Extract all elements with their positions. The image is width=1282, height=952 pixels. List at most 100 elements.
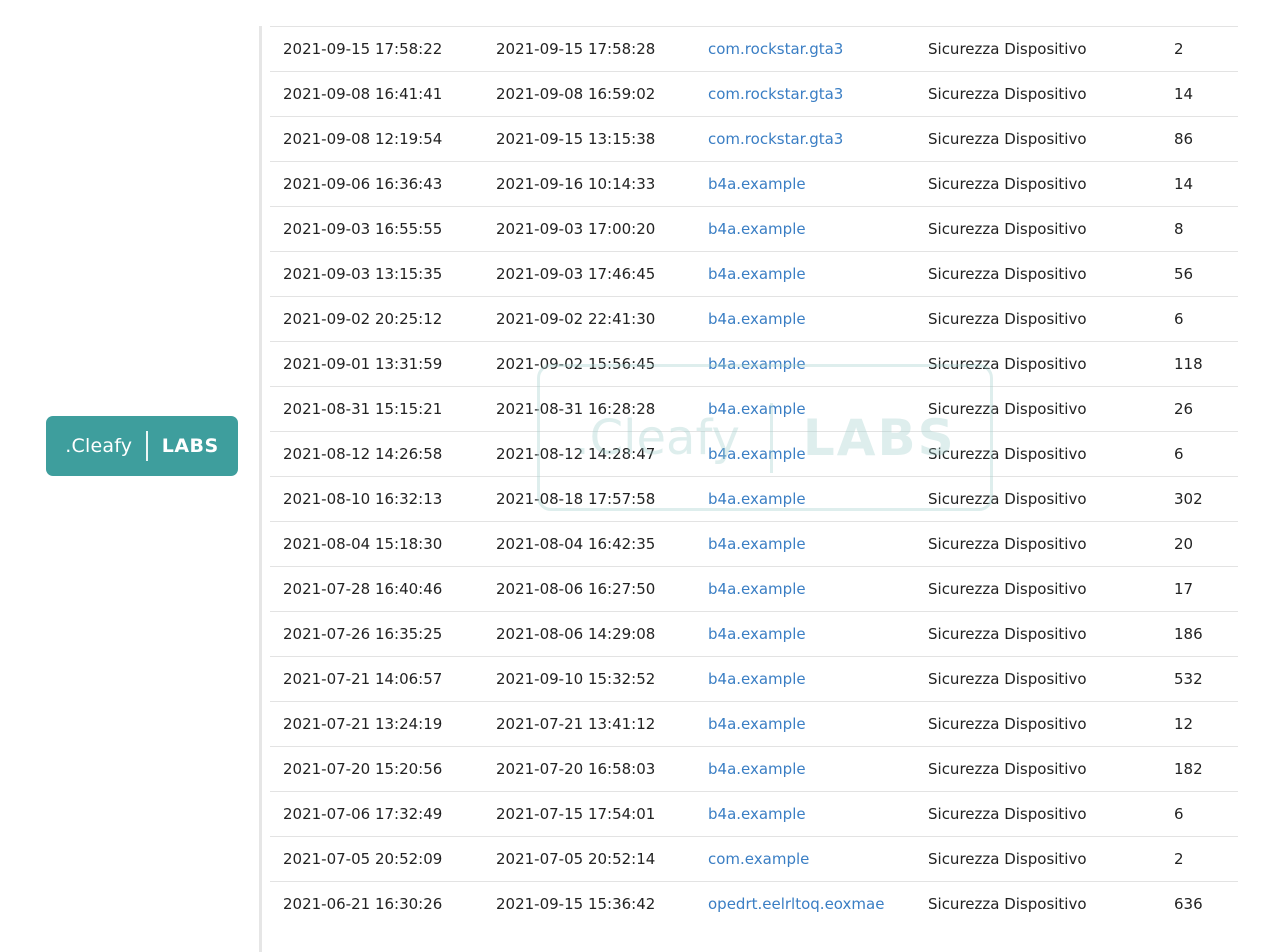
start-time-cell: 2021-09-03 13:15:35	[283, 265, 443, 283]
count-cell: 26	[1174, 400, 1194, 418]
table-row: 2021-07-21 14:06:57 2021-09-10 15:32:52 b4…	[270, 656, 1238, 701]
end-time-cell: 2021-09-03 17:46:45	[496, 265, 656, 283]
category-cell: Sicurezza Dispositivo	[928, 625, 1087, 643]
app-package-link[interactable]: com.rockstar.gta3	[696, 130, 916, 148]
start-time-cell: 2021-07-21 14:06:57	[283, 670, 443, 688]
table-row: 2021-08-12 14:26:58 2021-08-12 14:28:47 b4…	[270, 431, 1238, 476]
app-package-link[interactable]: b4a.example	[696, 670, 916, 688]
count-cell: 86	[1174, 130, 1194, 148]
end-time-cell: 2021-09-03 17:00:20	[496, 220, 656, 238]
table-row: 2021-09-08 12:19:54 2021-09-15 13:15:38 co…	[270, 116, 1238, 161]
table-row: 2021-07-06 17:32:49 2021-07-15 17:54:01 b4…	[270, 791, 1238, 836]
start-time-cell: 2021-07-05 20:52:09	[283, 850, 443, 868]
count-cell: 17	[1174, 580, 1194, 598]
app-package-link[interactable]: opedrt.eelrltoq.eoxmae	[696, 895, 916, 913]
start-time-cell: 2021-08-04 15:18:30	[283, 535, 443, 553]
end-time-cell: 2021-08-06 14:29:08	[496, 625, 656, 643]
app-package-link[interactable]: b4a.example	[696, 760, 916, 778]
count-cell: 12	[1174, 715, 1194, 733]
start-time-cell: 2021-07-21 13:24:19	[283, 715, 443, 733]
table-row: 2021-07-28 16:40:46 2021-08-06 16:27:50 b4…	[270, 566, 1238, 611]
app-package-link[interactable]: b4a.example	[696, 490, 916, 508]
end-time-cell: 2021-09-15 13:15:38	[496, 130, 656, 148]
count-cell: 6	[1174, 805, 1184, 823]
app-package-link[interactable]: b4a.example	[696, 715, 916, 733]
category-cell: Sicurezza Dispositivo	[928, 355, 1087, 373]
app-package-link[interactable]: b4a.example	[696, 355, 916, 373]
app-package-link[interactable]: com.rockstar.gta3	[696, 85, 916, 103]
start-time-cell: 2021-09-08 16:41:41	[283, 85, 443, 103]
category-cell: Sicurezza Dispositivo	[928, 85, 1087, 103]
start-time-cell: 2021-09-01 13:31:59	[283, 355, 443, 373]
table-row: 2021-08-10 16:32:13 2021-08-18 17:57:58 b4…	[270, 476, 1238, 521]
start-time-cell: 2021-09-06 16:36:43	[283, 175, 443, 193]
end-time-cell: 2021-09-16 10:14:33	[496, 175, 656, 193]
app-package-link[interactable]: b4a.example	[696, 175, 916, 193]
category-cell: Sicurezza Dispositivo	[928, 400, 1087, 418]
table-row: 2021-09-08 16:41:41 2021-09-08 16:59:02 co…	[270, 71, 1238, 116]
app-package-link[interactable]: b4a.example	[696, 400, 916, 418]
app-package-link[interactable]: b4a.example	[696, 310, 916, 328]
app-package-link[interactable]: b4a.example	[696, 625, 916, 643]
category-cell: Sicurezza Dispositivo	[928, 670, 1087, 688]
cleafy-labs-logo: .Cleafy LABS	[46, 416, 238, 476]
count-cell: 636	[1174, 895, 1203, 913]
start-time-cell: 2021-08-10 16:32:13	[283, 490, 443, 508]
count-cell: 56	[1174, 265, 1194, 283]
category-cell: Sicurezza Dispositivo	[928, 715, 1087, 733]
start-time-cell: 2021-07-06 17:32:49	[283, 805, 443, 823]
count-cell: 2	[1174, 850, 1184, 868]
app-package-link[interactable]: com.rockstar.gta3	[696, 40, 916, 58]
app-package-link[interactable]: b4a.example	[696, 580, 916, 598]
category-cell: Sicurezza Dispositivo	[928, 580, 1087, 598]
count-cell: 14	[1174, 175, 1194, 193]
end-time-cell: 2021-08-06 16:27:50	[496, 580, 656, 598]
count-cell: 14	[1174, 85, 1194, 103]
category-cell: Sicurezza Dispositivo	[928, 895, 1087, 913]
end-time-cell: 2021-09-15 15:36:42	[496, 895, 656, 913]
category-cell: Sicurezza Dispositivo	[928, 220, 1087, 238]
start-time-cell: 2021-08-31 15:15:21	[283, 400, 443, 418]
category-cell: Sicurezza Dispositivo	[928, 310, 1087, 328]
app-package-link[interactable]: b4a.example	[696, 220, 916, 238]
app-package-link[interactable]: com.example	[696, 850, 916, 868]
end-time-cell: 2021-09-02 15:56:45	[496, 355, 656, 373]
app-package-link[interactable]: b4a.example	[696, 445, 916, 463]
table-row: 2021-09-03 16:55:55 2021-09-03 17:00:20 b4…	[270, 206, 1238, 251]
end-time-cell: 2021-09-15 17:58:28	[496, 40, 656, 58]
category-cell: Sicurezza Dispositivo	[928, 760, 1087, 778]
end-time-cell: 2021-09-02 22:41:30	[496, 310, 656, 328]
app-package-link[interactable]: b4a.example	[696, 535, 916, 553]
start-time-cell: 2021-09-02 20:25:12	[283, 310, 443, 328]
table-row: 2021-07-21 13:24:19 2021-07-21 13:41:12 b4…	[270, 701, 1238, 746]
app-package-link[interactable]: b4a.example	[696, 805, 916, 823]
end-time-cell: 2021-08-12 14:28:47	[496, 445, 656, 463]
table-row: 2021-09-06 16:36:43 2021-09-16 10:14:33 b4…	[270, 161, 1238, 206]
count-cell: 186	[1174, 625, 1203, 643]
category-cell: Sicurezza Dispositivo	[928, 175, 1087, 193]
count-cell: 8	[1174, 220, 1184, 238]
category-cell: Sicurezza Dispositivo	[928, 265, 1087, 283]
count-cell: 532	[1174, 670, 1203, 688]
table-row: 2021-09-02 20:25:12 2021-09-02 22:41:30 b4…	[270, 296, 1238, 341]
category-cell: Sicurezza Dispositivo	[928, 130, 1087, 148]
table-row: 2021-09-01 13:31:59 2021-09-02 15:56:45 b4…	[270, 341, 1238, 386]
end-time-cell: 2021-07-05 20:52:14	[496, 850, 656, 868]
logo-labs-text: LABS	[161, 435, 219, 457]
app-package-link[interactable]: b4a.example	[696, 265, 916, 283]
start-time-cell: 2021-07-20 15:20:56	[283, 760, 443, 778]
end-time-cell: 2021-07-20 16:58:03	[496, 760, 656, 778]
end-time-cell: 2021-07-21 13:41:12	[496, 715, 656, 733]
count-cell: 6	[1174, 445, 1184, 463]
count-cell: 182	[1174, 760, 1203, 778]
table-row: 2021-08-04 15:18:30 2021-08-04 16:42:35 b4…	[270, 521, 1238, 566]
end-time-cell: 2021-09-08 16:59:02	[496, 85, 656, 103]
count-cell: 2	[1174, 40, 1184, 58]
count-cell: 6	[1174, 310, 1184, 328]
table-row: 2021-07-20 15:20:56 2021-07-20 16:58:03 b4…	[270, 746, 1238, 791]
end-time-cell: 2021-08-18 17:57:58	[496, 490, 656, 508]
start-time-cell: 2021-06-21 16:30:26	[283, 895, 443, 913]
category-cell: Sicurezza Dispositivo	[928, 535, 1087, 553]
count-cell: 118	[1174, 355, 1203, 373]
count-cell: 302	[1174, 490, 1203, 508]
